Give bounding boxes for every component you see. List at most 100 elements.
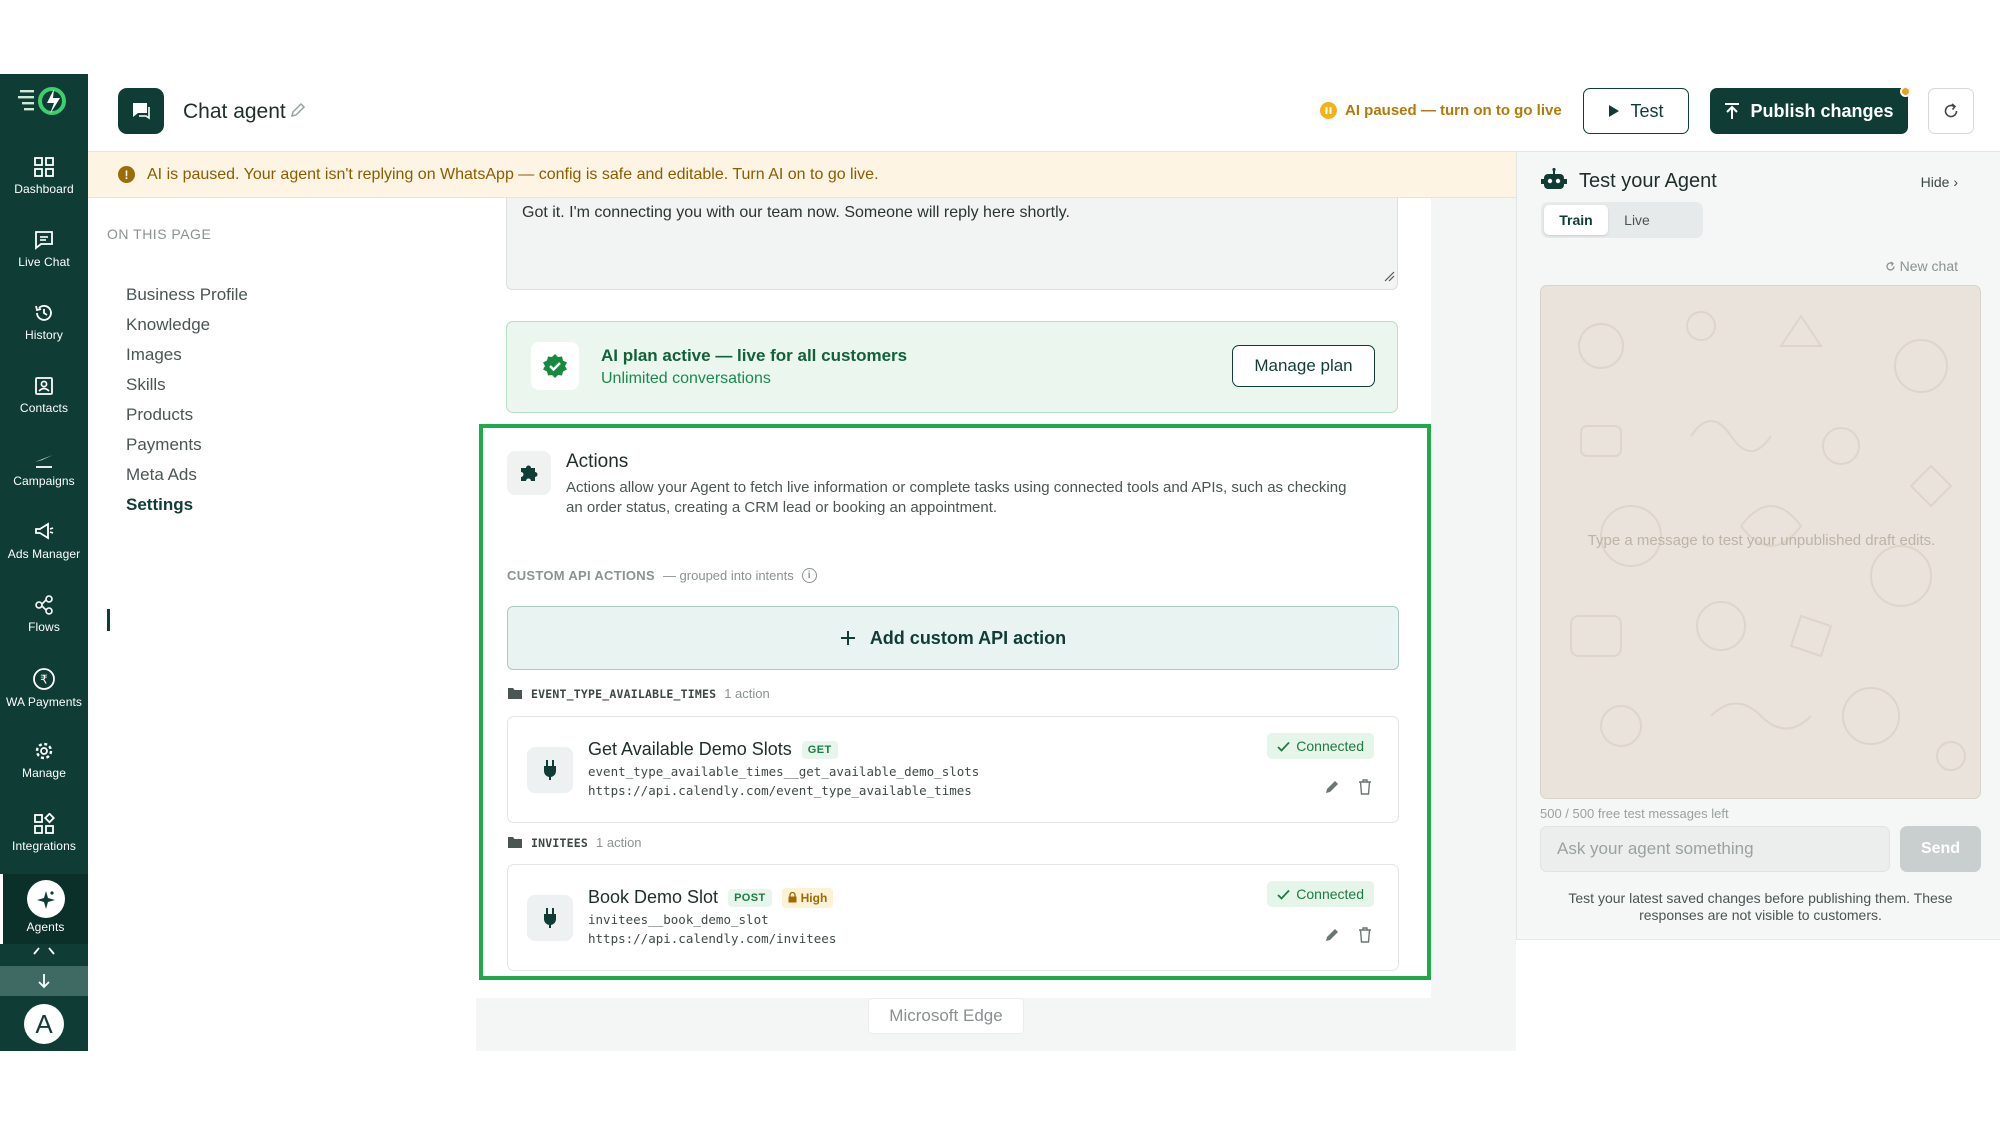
- folder-icon: [508, 837, 522, 848]
- nav-label: Flows: [28, 620, 60, 634]
- resize-grip-icon[interactable]: [1383, 269, 1395, 287]
- custom-heading-text: CUSTOM API ACTIONS: [507, 568, 655, 583]
- otp-item-payments[interactable]: Payments: [126, 435, 202, 455]
- rupee-icon: ₹: [33, 668, 55, 690]
- robot-icon: [1541, 167, 1567, 197]
- edit-icon[interactable]: [1324, 779, 1340, 800]
- otp-item-knowledge[interactable]: Knowledge: [126, 315, 210, 335]
- test-button[interactable]: Test: [1583, 88, 1689, 134]
- api-action-card[interactable]: Book Demo Slot POST High invitees__book_…: [507, 864, 1399, 971]
- plug-icon: [527, 747, 573, 793]
- arrow-down-icon[interactable]: [0, 966, 88, 996]
- connected-label: Connected: [1296, 738, 1364, 754]
- warning-icon: !: [118, 166, 135, 183]
- chat-placeholder: Type a message to test your unpublished …: [1587, 532, 1936, 549]
- nav-agents[interactable]: Agents: [0, 874, 88, 944]
- otp-item-meta-ads[interactable]: Meta Ads: [126, 465, 197, 485]
- plan-title: AI plan active — live for all customers: [601, 346, 908, 365]
- delete-icon[interactable]: [1358, 927, 1372, 948]
- new-chat-button[interactable]: New chat: [1885, 258, 1958, 274]
- otp-item-skills[interactable]: Skills: [126, 375, 166, 395]
- plus-icon: [840, 631, 855, 645]
- api-action-name: Book Demo Slot: [588, 887, 719, 907]
- check-icon: [1277, 889, 1290, 900]
- brand-logo[interactable]: [14, 84, 74, 120]
- nav-contacts[interactable]: Contacts: [0, 369, 88, 435]
- tab-train[interactable]: Train: [1544, 205, 1608, 235]
- publish-label: Publish changes: [1750, 100, 1894, 121]
- api-action-card[interactable]: Get Available Demo Slots GET event_type_…: [507, 716, 1399, 823]
- test-agent-panel: Test your Agent Hide › Train Live New ch…: [1516, 152, 2000, 940]
- plug-icon: [527, 895, 573, 941]
- puzzle-icon: [507, 451, 551, 495]
- settings-main[interactable]: Got it. I'm connecting you with our team…: [476, 198, 1516, 1051]
- intent-name: INVITEES: [531, 835, 588, 850]
- nav-label: Manage: [22, 766, 66, 780]
- active-indicator: [107, 609, 110, 631]
- flows-icon: [35, 595, 53, 615]
- nav-history[interactable]: History: [0, 296, 88, 362]
- left-rail: Dashboard Live Chat History Contacts Cam…: [0, 74, 88, 1051]
- edit-icon[interactable]: [1324, 927, 1340, 948]
- add-api-label: Add custom API action: [869, 627, 1067, 648]
- info-icon[interactable]: i: [801, 568, 817, 583]
- nav-campaigns[interactable]: Campaigns: [0, 442, 88, 508]
- nav-live-chat[interactable]: Live Chat: [0, 223, 88, 289]
- sparkle-icon: [26, 880, 65, 918]
- nav-manage[interactable]: Manage: [0, 734, 88, 800]
- rail-scroll-control[interactable]: [0, 944, 88, 996]
- hide-panel-button[interactable]: Hide ›: [1921, 174, 1958, 190]
- app-frame: Dashboard Live Chat History Contacts Cam…: [0, 74, 2000, 1051]
- ask-agent-input[interactable]: Ask your agent something: [1540, 826, 1890, 872]
- upload-icon: [1725, 103, 1740, 119]
- tab-live[interactable]: Live: [1608, 205, 1666, 235]
- nav-label: Live Chat: [18, 255, 70, 269]
- nav-label: Dashboard: [14, 182, 74, 196]
- api-action-name: Get Available Demo Slots: [588, 739, 792, 759]
- edit-title-icon[interactable]: [290, 102, 306, 123]
- avatar[interactable]: A: [24, 1004, 64, 1044]
- unpublished-dot: [1900, 86, 1911, 97]
- refresh-icon: [1944, 103, 1958, 118]
- delete-icon[interactable]: [1358, 779, 1372, 800]
- otp-item-images[interactable]: Images: [126, 345, 182, 365]
- otp-item-settings[interactable]: Settings: [126, 495, 193, 515]
- actions-section: Actions Actions allow your Agent to fetc…: [479, 424, 1431, 980]
- refresh-icon: [1886, 260, 1895, 271]
- test-label: Test: [1630, 100, 1664, 121]
- gear-icon: [35, 742, 53, 760]
- nav-flows[interactable]: Flows: [0, 588, 88, 654]
- nav-label: History: [24, 328, 64, 342]
- contacts-icon: [35, 377, 53, 395]
- otp-item-business-profile[interactable]: Business Profile: [126, 285, 248, 305]
- plan-subtitle: Unlimited conversations: [601, 370, 771, 387]
- manage-plan-button[interactable]: Manage plan: [1232, 345, 1375, 387]
- chevron-code-icon[interactable]: [0, 944, 88, 966]
- browser-tooltip: Microsoft Edge: [868, 998, 1024, 1034]
- nav-label: WA Payments: [5, 695, 82, 709]
- publish-changes-button[interactable]: Publish changes: [1710, 88, 1908, 134]
- send-button[interactable]: Send: [1900, 826, 1981, 872]
- api-action-name-row: Get Available Demo Slots GET: [588, 739, 838, 760]
- refresh-button[interactable]: [1928, 88, 1974, 134]
- campaigns-icon: [35, 455, 53, 468]
- connected-badge: Connected: [1267, 733, 1374, 759]
- banner-text: AI is paused. Your agent isn't replying …: [147, 165, 879, 183]
- nav-ads-manager[interactable]: Ads Manager: [0, 515, 88, 581]
- nav-dashboard[interactable]: Dashboard: [0, 150, 88, 216]
- add-custom-api-action-button[interactable]: Add custom API action: [507, 606, 1399, 670]
- page-header: Chat agent AI paused — turn on to go liv…: [88, 74, 2000, 152]
- paused-text: AI paused — turn on to go live: [1345, 102, 1562, 119]
- chat-agent-icon: [118, 88, 164, 134]
- http-method-badge: GET: [801, 740, 838, 759]
- pause-icon: [1320, 102, 1337, 119]
- nav-integrations[interactable]: Integrations: [0, 807, 88, 873]
- otp-item-products[interactable]: Products: [126, 405, 193, 425]
- nav-wa-payments[interactable]: ₹ WA Payments: [0, 661, 88, 727]
- test-panel-title: Test your Agent: [1579, 170, 1717, 192]
- api-action-name-row: Book Demo Slot POST High: [588, 887, 834, 908]
- test-chat-area: Type a message to test your unpublished …: [1540, 285, 1981, 799]
- handoff-reply-textarea[interactable]: Got it. I'm connecting you with our team…: [506, 198, 1398, 290]
- nav-label: Campaigns: [13, 474, 75, 488]
- http-method-badge: POST: [728, 888, 772, 907]
